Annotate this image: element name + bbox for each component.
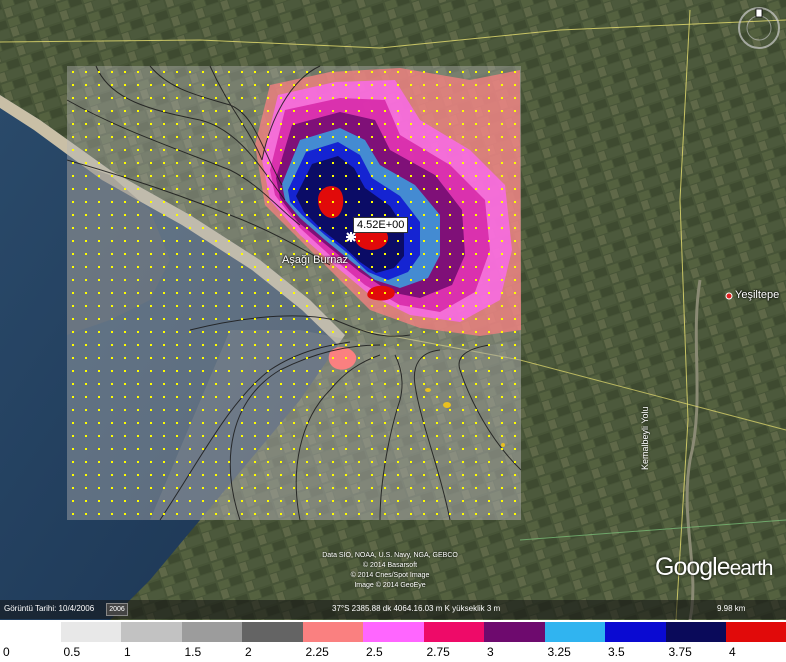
legend-swatch xyxy=(0,622,61,642)
satellite-imagery[interactable] xyxy=(0,0,786,620)
imagery-date: Görüntü Tarihi: 10/4/2006 xyxy=(4,604,95,613)
google-earth-logo: Googleearth xyxy=(655,553,773,582)
legend-swatch xyxy=(181,622,243,642)
legend-swatch xyxy=(605,622,666,642)
legend-swatch xyxy=(242,622,303,642)
color-legend: 0 0.5 1 1.5 2 2.25 2.5 2.75 3 3.25 3.5 3.75 4 xyxy=(0,620,786,662)
credit-line: Image © 2014 GeoEye xyxy=(354,582,426,589)
place-pin-icon xyxy=(725,292,733,300)
legend-tick-label: 3.75 xyxy=(668,645,692,659)
legend-swatch xyxy=(60,622,122,642)
legend-tick-label: 0.5 xyxy=(63,645,81,659)
legend-swatch xyxy=(363,622,424,642)
legend-swatch xyxy=(665,622,727,642)
legend-swatch xyxy=(302,622,364,642)
credit-line: Data SIO, NOAA, U.S. Navy, NGA, GEBCO xyxy=(322,552,458,559)
legend-tick-label: 1 xyxy=(124,645,131,659)
compass-icon[interactable] xyxy=(736,5,782,51)
legend-tick-label: 2.75 xyxy=(426,645,450,659)
legend-swatch xyxy=(423,622,485,642)
place-label-town[interactable]: Aşağı Burnaz xyxy=(282,254,348,266)
place-label-east[interactable]: Yeşiltepe xyxy=(735,289,779,301)
legend-swatch xyxy=(544,622,606,642)
legend-tick-label: 3.5 xyxy=(608,645,625,659)
legend-tick-label: 3.25 xyxy=(547,645,571,659)
legend-tick-label: 3 xyxy=(487,645,494,659)
peak-marker-icon xyxy=(346,232,356,242)
road-label: Kemalbeyli Yolu xyxy=(640,406,650,470)
legend-swatch xyxy=(484,622,545,642)
logo-suffix: earth xyxy=(729,557,774,580)
cursor-coordinates: 37°S 2385.88 dk 4064.16.03 m K yükseklik… xyxy=(332,604,501,613)
logo-main: Google xyxy=(655,553,731,581)
peak-value-label: 4.52E+00 xyxy=(353,217,409,233)
imagery-credits: Data SIO, NOAA, U.S. Navy, NGA, GEBCO © … xyxy=(290,551,490,591)
legend-swatch xyxy=(121,622,182,642)
legend-tick-label: 2.25 xyxy=(305,645,329,659)
legend-tick-label: 4 xyxy=(729,645,736,659)
map-view[interactable]: 4.52E+00 Aşağı Burnaz Yeşiltepe Kemalbey… xyxy=(0,0,786,620)
legend-tick-label: 0 xyxy=(3,645,10,659)
eye-altitude: 9.98 km xyxy=(717,604,746,613)
credit-line: © 2014 Cnes/Spot Image xyxy=(350,572,430,579)
legend-swatch xyxy=(726,622,786,642)
legend-tick-label: 1.5 xyxy=(184,645,202,659)
credit-line: © 2014 Basarsoft xyxy=(362,562,418,569)
legend-tick-label: 2.5 xyxy=(366,645,383,659)
legend-tick-label: 2 xyxy=(245,645,252,659)
historical-imagery-button[interactable]: 2006 xyxy=(106,603,128,616)
